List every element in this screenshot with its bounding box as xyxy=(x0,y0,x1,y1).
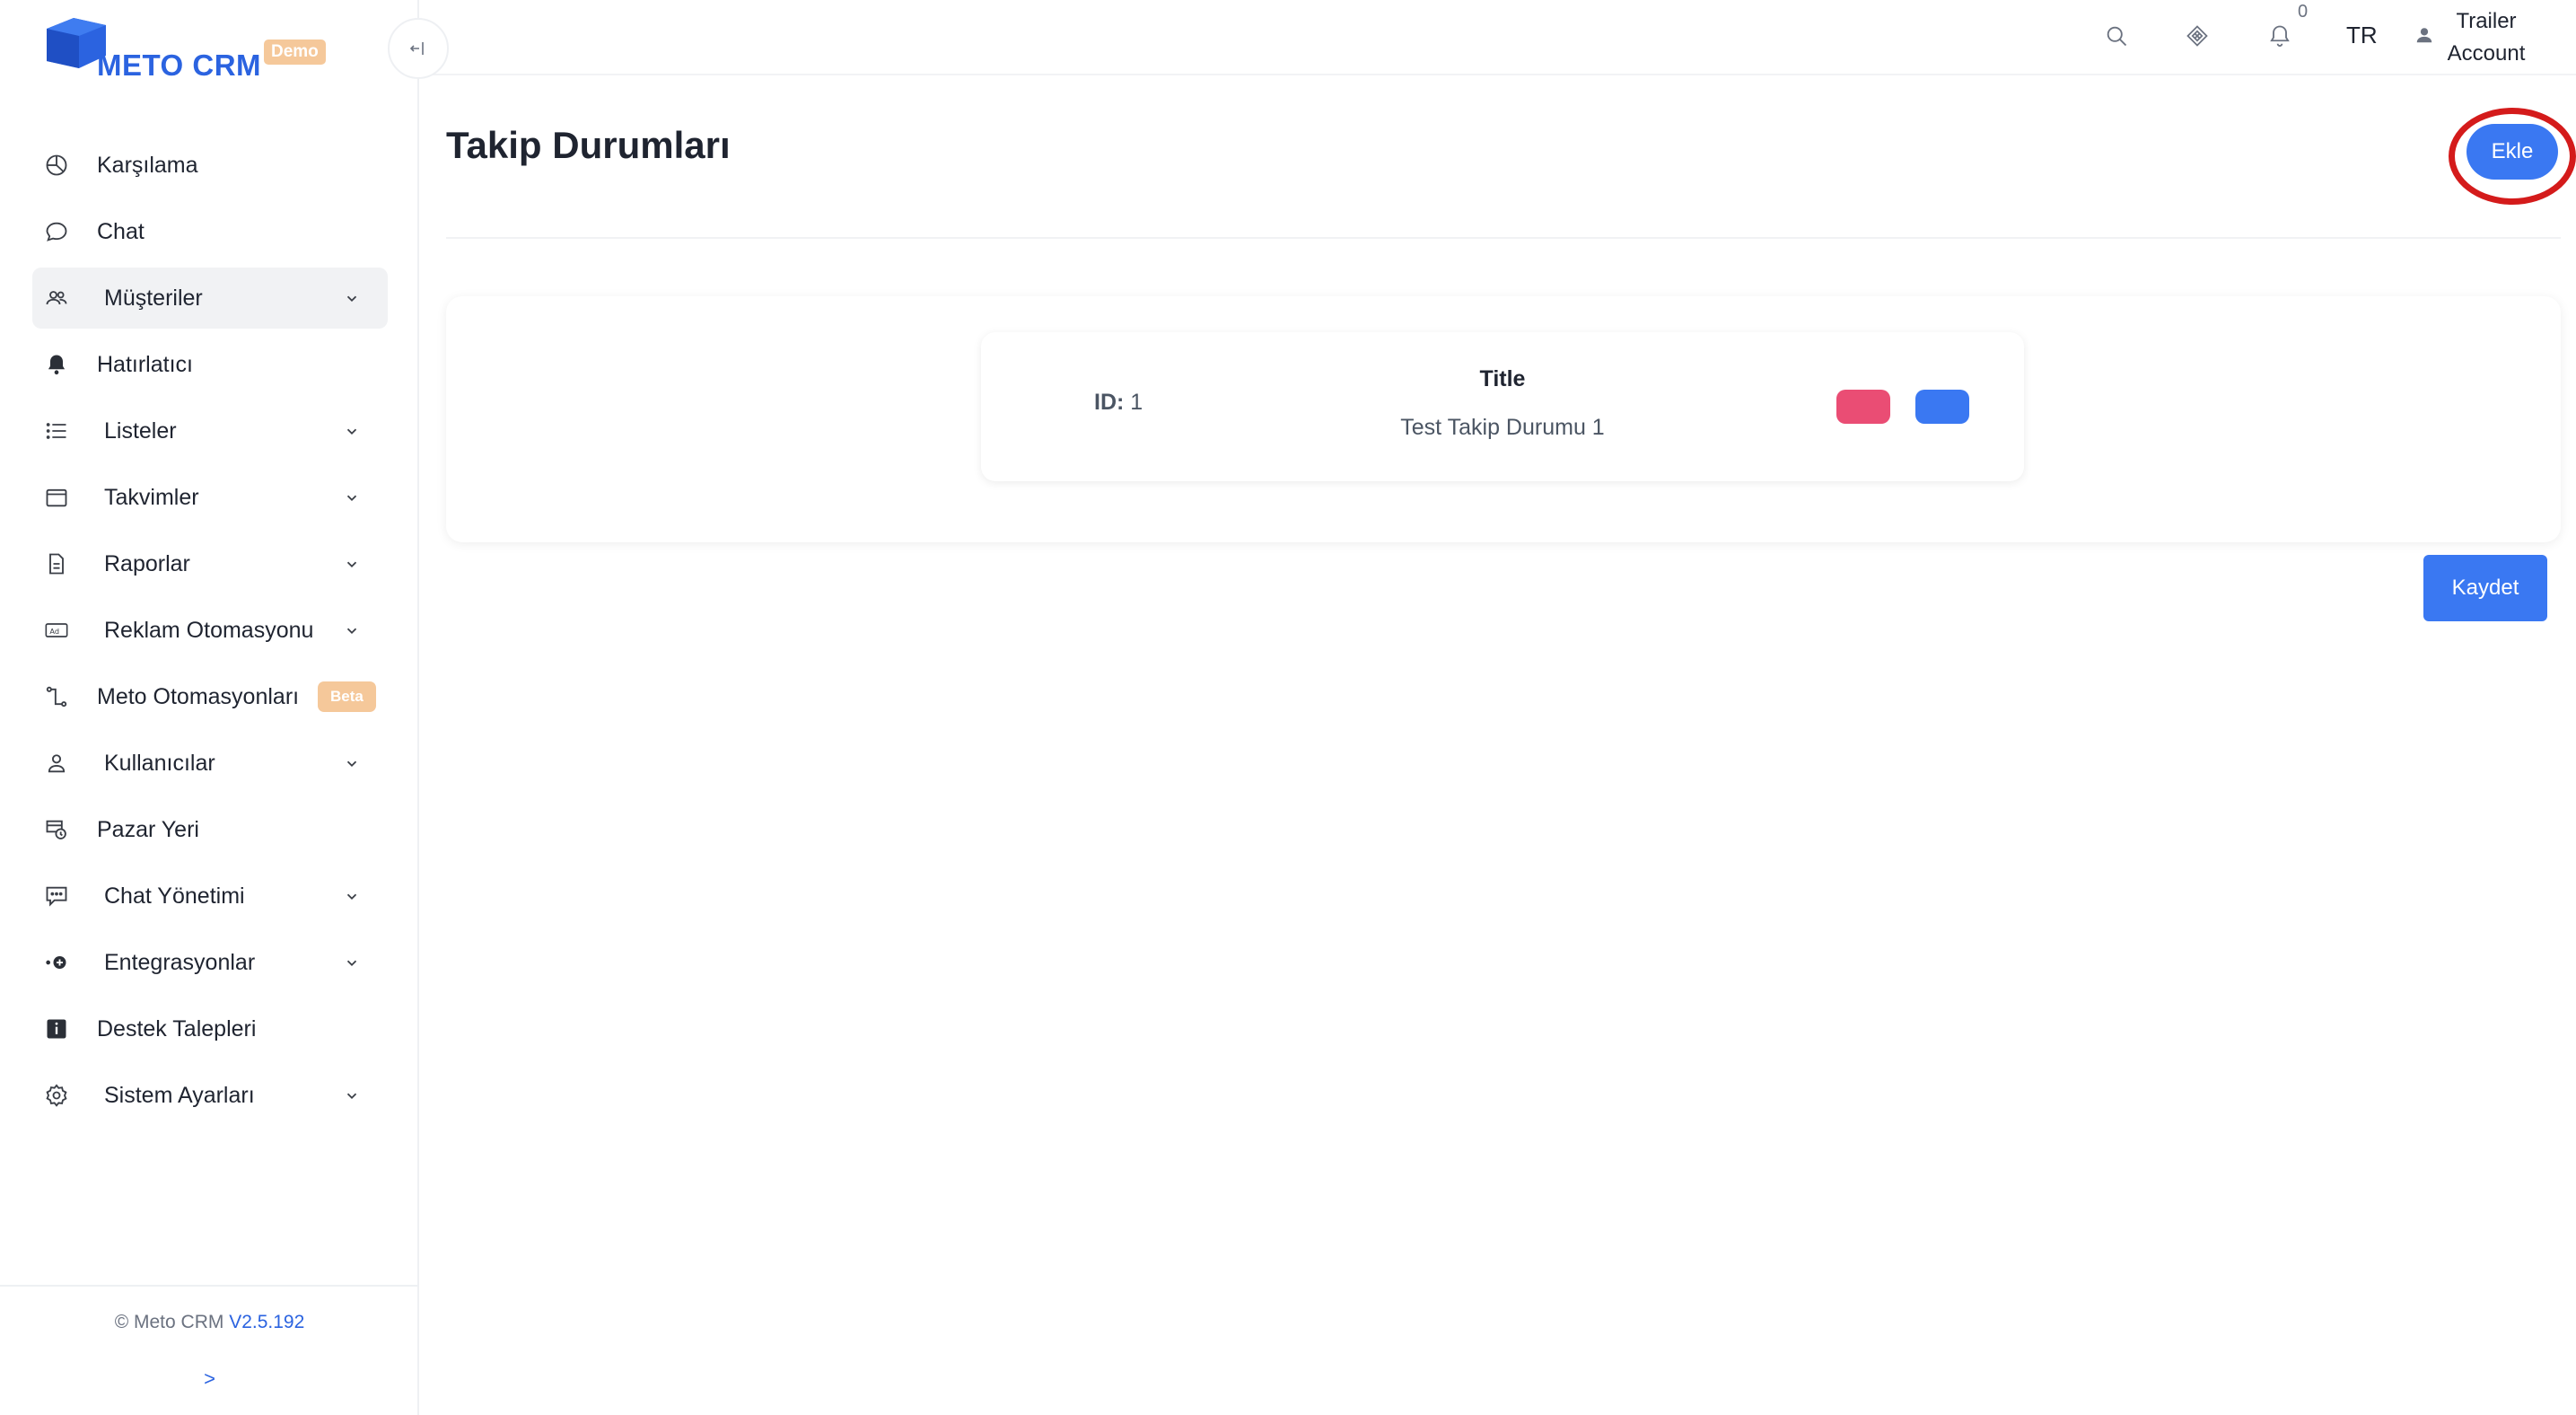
sidebar-nav: Karşılama Chat Müşteriler Hatırlatıcı Li… xyxy=(32,135,388,1131)
chevron-down-icon xyxy=(343,422,361,440)
chart-pie-icon xyxy=(43,152,70,179)
top-bar xyxy=(419,0,2576,75)
chevron-down-icon xyxy=(343,754,361,772)
status-id-label: ID: xyxy=(1094,390,1125,415)
notification-count: 0 xyxy=(2298,2,2309,22)
search-icon xyxy=(2107,26,2127,47)
users-icon xyxy=(43,285,70,312)
status-id: ID: 1 xyxy=(1094,390,1143,416)
sidebar-item-pazar-yeri[interactable]: Pazar Yeri xyxy=(32,799,388,860)
sidebar-item-label: Chat Yönetimi xyxy=(104,883,245,909)
bell-icon xyxy=(43,351,70,378)
status-card[interactable]: ID: 1 Title Test Takip Durumu 1 xyxy=(981,332,2024,481)
sidebar-item-takvimler[interactable]: Takvimler xyxy=(32,467,388,528)
flow-icon xyxy=(43,683,70,710)
copyright-text: © Meto CRM V2.5.192 xyxy=(0,1312,419,1333)
sidebar-item-label: Meto Otomasyonları xyxy=(97,683,300,709)
diamond-icon xyxy=(2186,25,2208,47)
user-icon xyxy=(43,750,70,777)
sidebar-item-chat-yonetimi[interactable]: Chat Yönetimi xyxy=(32,866,388,927)
user-name-line1: Trailer xyxy=(2456,9,2517,33)
demo-badge: Demo xyxy=(264,40,326,65)
chevron-down-icon xyxy=(343,621,361,639)
sidebar: METO CRM Demo Karşılama Chat Müşteriler … xyxy=(0,0,419,1415)
sidebar-item-label: Takvimler xyxy=(104,484,199,510)
sidebar-item-label: Reklam Otomasyonu xyxy=(104,617,314,643)
sidebar-item-karsilama[interactable]: Karşılama xyxy=(32,135,388,196)
page-title: Takip Durumları xyxy=(446,124,731,166)
sidebar-item-entegrasyonlar[interactable]: Entegrasyonlar xyxy=(32,932,388,993)
save-button[interactable]: Kaydet xyxy=(2423,555,2547,621)
edit-status-button[interactable] xyxy=(1915,390,1969,424)
sidebar-item-label: Hatırlatıcı xyxy=(97,351,193,377)
chevron-down-icon xyxy=(343,1086,361,1104)
sidebar-item-label: Destek Talepleri xyxy=(97,1015,257,1041)
collapse-left-icon xyxy=(409,42,424,55)
sidebar-expand-button[interactable]: > xyxy=(0,1367,419,1391)
integration-icon xyxy=(43,949,70,976)
status-title-header: Title xyxy=(1479,366,1526,391)
sidebar-item-label: Listeler xyxy=(104,417,177,444)
sidebar-item-meto-otomasyonlari[interactable]: Meto Otomasyonları Beta xyxy=(32,666,388,727)
user-name-line2: Account xyxy=(2447,41,2526,66)
collapse-sidebar-button[interactable] xyxy=(388,18,449,79)
sidebar-item-label: Müşteriler xyxy=(104,285,203,311)
user-icon xyxy=(2416,28,2432,43)
notifications-button[interactable] xyxy=(2264,20,2296,52)
chevron-down-icon xyxy=(343,488,361,506)
document-icon xyxy=(43,550,70,577)
calendar-icon xyxy=(43,484,70,511)
chevron-down-icon xyxy=(343,555,361,573)
version-link[interactable]: V2.5.192 xyxy=(229,1312,304,1332)
sidebar-item-label: Pazar Yeri xyxy=(97,816,199,842)
bell-outline-icon xyxy=(2270,25,2290,47)
chevron-down-icon xyxy=(343,887,361,905)
sidebar-item-reklam-otomasyonu[interactable]: Ad Reklam Otomasyonu xyxy=(32,600,388,661)
chevron-down-icon xyxy=(343,289,361,307)
delete-status-button[interactable] xyxy=(1836,390,1890,424)
svg-text:Ad: Ad xyxy=(49,627,59,636)
brand-logo[interactable]: METO CRM Demo xyxy=(41,16,337,84)
chat-bubble-icon xyxy=(43,218,70,245)
sidebar-item-raporlar[interactable]: Raporlar xyxy=(32,533,388,594)
add-button[interactable]: Ekle xyxy=(2466,124,2558,180)
sidebar-item-musteriler[interactable]: Müşteriler xyxy=(32,268,388,329)
sidebar-item-label: Raporlar xyxy=(104,550,190,576)
header-divider xyxy=(446,237,2561,239)
sidebar-item-listeler[interactable]: Listeler xyxy=(32,400,388,461)
sidebar-item-label: Karşılama xyxy=(97,152,198,178)
chevron-down-icon xyxy=(343,954,361,971)
language-selector[interactable]: TR xyxy=(2346,22,2378,49)
app-root: METO CRM Demo Karşılama Chat Müşteriler … xyxy=(0,0,2576,1415)
sidebar-item-kullanicilar[interactable]: Kullanıcılar xyxy=(32,733,388,794)
info-icon xyxy=(43,1015,70,1042)
copyright-label: © Meto CRM xyxy=(114,1312,230,1332)
sidebar-item-label: Sistem Ayarları xyxy=(104,1082,255,1108)
status-id-value: 1 xyxy=(1130,390,1143,415)
sidebar-item-label: Kullanıcılar xyxy=(104,750,215,776)
beta-badge: Beta xyxy=(318,681,376,712)
user-menu[interactable]: Trailer Account xyxy=(2441,5,2531,70)
brand-name: METO CRM xyxy=(97,48,262,82)
gear-icon xyxy=(43,1082,70,1109)
sidebar-item-label: Chat xyxy=(97,218,145,244)
search-button[interactable] xyxy=(2100,20,2133,52)
chat-settings-icon xyxy=(43,883,70,910)
sidebar-item-destek-talepleri[interactable]: Destek Talepleri xyxy=(32,998,388,1059)
sidebar-item-hatirlatici[interactable]: Hatırlatıcı xyxy=(32,334,388,395)
sidebar-item-label: Entegrasyonlar xyxy=(104,949,256,975)
sidebar-item-chat[interactable]: Chat xyxy=(32,201,388,262)
marketplace-icon xyxy=(43,816,70,843)
sidebar-footer: © Meto CRM V2.5.192 > xyxy=(0,1285,419,1415)
list-icon xyxy=(43,417,70,444)
apps-button[interactable] xyxy=(2181,20,2213,52)
ad-icon: Ad xyxy=(43,617,70,644)
sidebar-item-sistem-ayarlari[interactable]: Sistem Ayarları xyxy=(32,1065,388,1126)
